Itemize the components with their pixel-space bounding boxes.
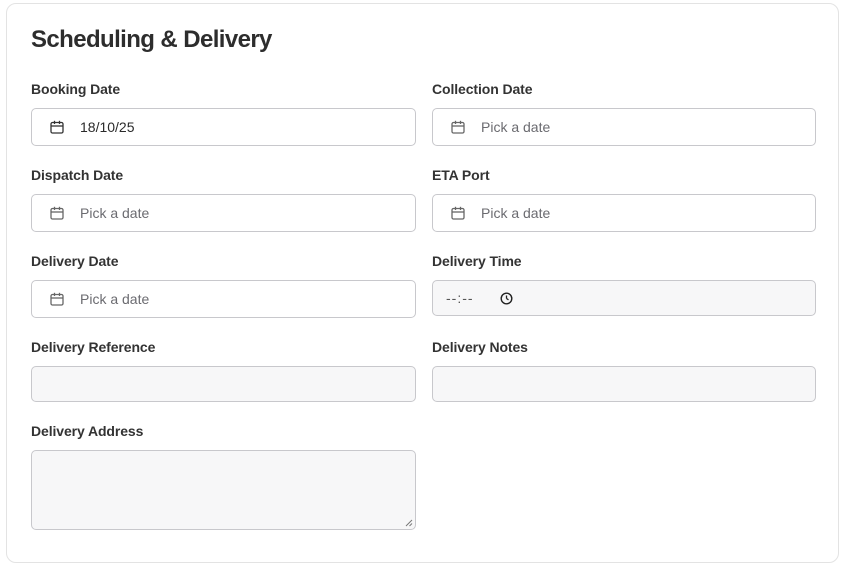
delivery-notes-input[interactable] [432,366,816,402]
delivery-date-label: Delivery Date [31,253,119,269]
calendar-icon [50,120,64,134]
dispatch-date-label: Dispatch Date [31,167,124,183]
collection-date-placeholder: Pick a date [481,119,551,135]
collection-date-label: Collection Date [432,81,533,97]
calendar-icon [451,206,465,220]
delivery-reference-label: Delivery Reference [31,339,156,355]
section-title: Scheduling & Delivery [31,26,272,53]
delivery-date-placeholder: Pick a date [80,291,150,307]
eta-port-label: ETA Port [432,167,490,183]
dispatch-date-placeholder: Pick a date [80,205,150,221]
collection-date-picker[interactable]: Pick a date [432,108,816,146]
calendar-icon [50,292,64,306]
booking-date-value: 18/10/25 [80,119,135,135]
eta-port-date-picker[interactable]: Pick a date [432,194,816,232]
delivery-address-textarea[interactable] [31,450,416,530]
delivery-reference-input[interactable] [31,366,416,402]
delivery-time-input[interactable]: --:-- [432,280,816,316]
calendar-icon [451,120,465,134]
dispatch-date-picker[interactable]: Pick a date [31,194,416,232]
resize-grip-icon[interactable] [405,519,413,527]
clock-icon[interactable] [500,292,513,305]
delivery-date-picker[interactable]: Pick a date [31,280,416,318]
delivery-time-value: --:-- [446,290,474,306]
delivery-notes-label: Delivery Notes [432,339,528,355]
delivery-address-label: Delivery Address [31,423,144,439]
booking-date-picker[interactable]: 18/10/25 [31,108,416,146]
delivery-time-label: Delivery Time [432,253,522,269]
calendar-icon [50,206,64,220]
booking-date-label: Booking Date [31,81,121,97]
eta-port-placeholder: Pick a date [481,205,551,221]
